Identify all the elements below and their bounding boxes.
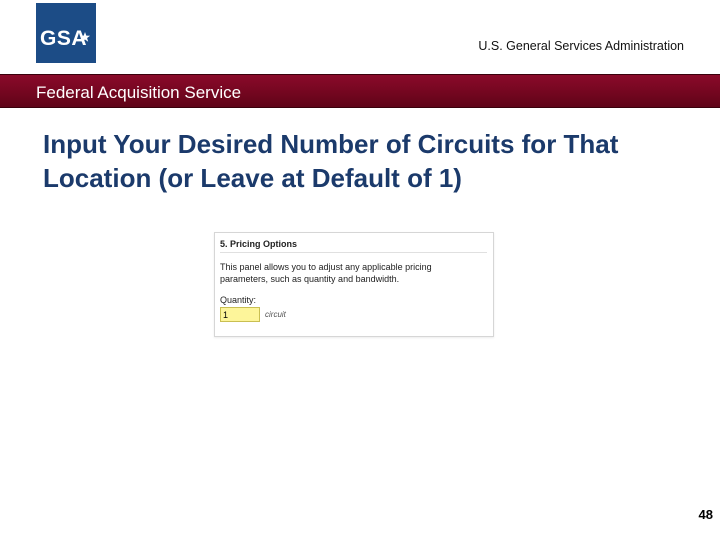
panel-heading: 5. Pricing Options (220, 239, 487, 253)
panel-description: This panel allows you to adjust any appl… (220, 262, 432, 284)
slide-title: Input Your Desired Number of Circuits fo… (43, 129, 619, 193)
quantity-row: circuit (220, 307, 487, 322)
header-band: Federal Acquisition Service (0, 74, 720, 108)
pricing-options-panel: 5. Pricing Options This panel allows you… (214, 232, 494, 337)
quantity-label: Quantity: (220, 295, 257, 305)
page-number: 48 (698, 507, 713, 522)
band-label: Federal Acquisition Service (36, 83, 242, 102)
quantity-input[interactable] (220, 307, 260, 322)
agency-name: U.S. General Services Administration (478, 39, 684, 53)
quantity-unit: circuit (265, 310, 286, 319)
gsa-logo-text: GSA (40, 27, 87, 50)
gsa-logo: GSA (36, 3, 96, 63)
